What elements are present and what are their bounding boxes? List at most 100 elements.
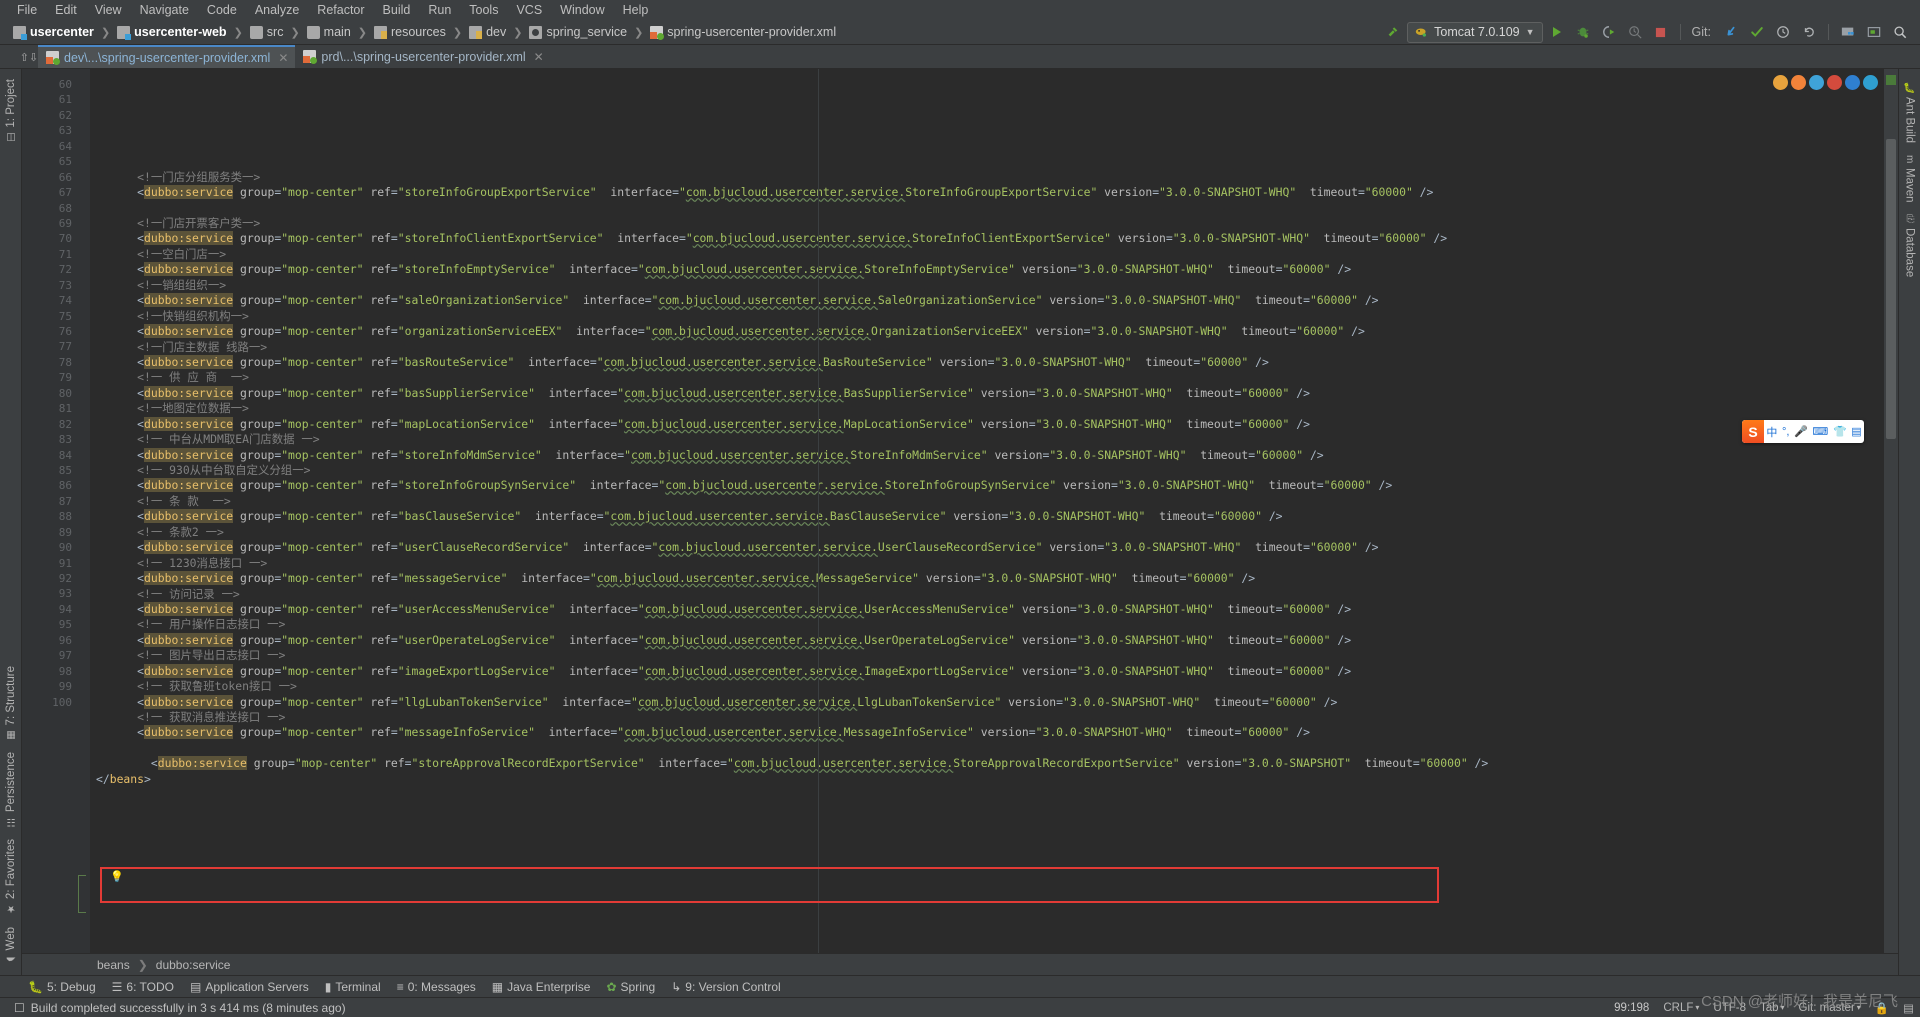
- code-line-comment[interactable]: <!一 访问记录 一>: [90, 587, 1884, 602]
- editor-tab-dev[interactable]: dev\...\spring-usercenter-provider.xml ✕: [38, 45, 296, 68]
- scrollbar-thumb[interactable]: [1886, 139, 1896, 439]
- code-line-service[interactable]: <dubbo:service group="mop-center" ref="b…: [90, 354, 1884, 370]
- close-icon[interactable]: ✕: [278, 51, 288, 65]
- code-line-service[interactable]: <dubbo:service group="mop-center" ref="s…: [90, 447, 1884, 463]
- edge-icon[interactable]: [1809, 75, 1824, 90]
- code-line-service[interactable]: <dubbo:service group="mop-center" ref="s…: [90, 185, 1884, 200]
- code-line-comment[interactable]: <!一 1230消息接口 一>: [90, 556, 1884, 571]
- update-project-button[interactable]: [1719, 22, 1743, 43]
- editor-marker-bar[interactable]: [1884, 69, 1898, 953]
- ime-floating-toolbar[interactable]: S 中 °, 🎤 ⌨ 👕 ▤: [1742, 420, 1864, 443]
- tool-window-version-control[interactable]: ↳ 9: Version Control: [671, 980, 780, 994]
- project-structure-button[interactable]: [1836, 22, 1860, 43]
- indent-selector[interactable]: Tab ▾: [1760, 1002, 1785, 1014]
- history-icon[interactable]: [1771, 22, 1795, 43]
- code-line-comment[interactable]: <!一 供 应 商 一>: [90, 370, 1884, 385]
- run-with-coverage-button[interactable]: [1597, 22, 1621, 43]
- console-button[interactable]: [1862, 22, 1886, 43]
- code-line-comment[interactable]: <!一地图定位数据一>: [90, 401, 1884, 416]
- menu-item-file[interactable]: File: [8, 3, 46, 17]
- code-line-service[interactable]: <dubbo:service group="mop-center" ref="o…: [90, 324, 1884, 339]
- commit-button[interactable]: [1745, 22, 1769, 43]
- keyboard-icon[interactable]: ⌨: [1810, 420, 1831, 443]
- menu-item-navigate[interactable]: Navigate: [131, 3, 198, 17]
- code-line-service[interactable]: <dubbo:service group="mop-center" ref="m…: [90, 416, 1884, 432]
- close-icon[interactable]: ✕: [534, 50, 544, 64]
- ime-mode-chinese[interactable]: 中: [1764, 420, 1780, 443]
- code-line-service[interactable]: <dubbo:service group="mop-center" ref="s…: [90, 231, 1884, 246]
- code-line-blank[interactable]: [90, 201, 1884, 216]
- code-line-service[interactable]: <dubbo:service group="mop-center" ref="i…: [90, 663, 1884, 679]
- sidebar-item-project[interactable]: ◫ 1: Project: [5, 73, 17, 149]
- code-line-service[interactable]: <dubbo:service group="mop-center" ref="s…: [90, 262, 1884, 277]
- code-line-blank[interactable]: [90, 154, 1884, 169]
- menu-item-analyze[interactable]: Analyze: [246, 3, 308, 17]
- chrome-icon[interactable]: [1773, 75, 1788, 90]
- intention-bulb-icon[interactable]: [110, 869, 123, 883]
- run-button[interactable]: [1545, 22, 1569, 43]
- code-line-comment[interactable]: <!一 获取消息推送接口 一>: [90, 710, 1884, 725]
- pin-tab-icon[interactable]: ⇧⇩: [20, 46, 38, 68]
- run-configuration-selector[interactable]: Tomcat 7.0.109 ▼: [1407, 21, 1543, 43]
- menu-item-build[interactable]: Build: [374, 3, 420, 17]
- caret-position[interactable]: 99:198: [1614, 1002, 1649, 1014]
- lock-icon[interactable]: 🔒: [1875, 1001, 1889, 1015]
- debug-button[interactable]: [1571, 22, 1595, 43]
- fold-region-marker[interactable]: [78, 875, 86, 913]
- code-line-comment[interactable]: <!一空白门店一>: [90, 247, 1884, 262]
- search-everywhere-icon[interactable]: [1888, 22, 1912, 43]
- breadcrumb-dubbo-service[interactable]: dubbo:service: [156, 958, 231, 972]
- code-line-service[interactable]: <dubbo:service group="mop-center" ref="m…: [90, 725, 1884, 740]
- code-line-comment[interactable]: <!一 图片导出日志接口 一>: [90, 648, 1884, 663]
- code-line-comment[interactable]: <!一 条 款 一>: [90, 494, 1884, 509]
- stop-button[interactable]: [1649, 22, 1673, 43]
- ime-punctuation-toggle[interactable]: °,: [1780, 420, 1792, 443]
- menu-item-vcs[interactable]: VCS: [507, 3, 551, 17]
- tool-window-todo[interactable]: ☰ 6: TODO: [112, 980, 174, 994]
- breadcrumb-item-src[interactable]: src: [247, 25, 287, 39]
- firefox-icon[interactable]: [1791, 75, 1806, 90]
- code-line-service[interactable]: <dubbo:service group="mop-center" ref="b…: [90, 385, 1884, 401]
- breadcrumb-item-dev[interactable]: dev: [466, 25, 509, 39]
- sogou-logo-icon[interactable]: S: [1742, 420, 1764, 443]
- code-line-comment[interactable]: <!一门店主数据 线路一>: [90, 340, 1884, 355]
- line-separator-selector[interactable]: CRLF ▾: [1663, 1002, 1699, 1014]
- code-line-service[interactable]: <dubbo:service group="mop-center" ref="l…: [90, 694, 1884, 710]
- breadcrumb-item-resources[interactable]: resources: [371, 25, 449, 39]
- rollback-icon[interactable]: [1797, 22, 1821, 43]
- menu-item-help[interactable]: Help: [614, 3, 658, 17]
- code-line-comment[interactable]: <!一门店分组服务类一>: [90, 170, 1884, 185]
- tool-window-debug[interactable]: 🐛 5: Debug: [28, 980, 96, 994]
- code-line-comment[interactable]: <!一快销组织机构一>: [90, 309, 1884, 324]
- opera-icon[interactable]: [1827, 75, 1842, 90]
- menu-item-window[interactable]: Window: [551, 3, 613, 17]
- breadcrumb-item-file[interactable]: spring-usercenter-provider.xml: [647, 25, 839, 40]
- sidebar-item-structure[interactable]: ▦ 7: Structure: [5, 660, 17, 746]
- sidebar-item-persistence[interactable]: ☷ Persistence: [5, 746, 17, 833]
- breadcrumb-item-usercenter-web[interactable]: usercenter-web: [114, 25, 229, 40]
- editor-tab-prd[interactable]: prd\...\spring-usercenter-provider.xml ✕: [295, 45, 551, 68]
- menu-item-tools[interactable]: Tools: [460, 3, 507, 17]
- code-line-comment[interactable]: <!一销组组织一>: [90, 278, 1884, 293]
- code-line-comment[interactable]: <!一 用户操作日志接口 一>: [90, 617, 1884, 632]
- code-line-comment[interactable]: <!一 获取鲁班token接口 一>: [90, 679, 1884, 694]
- sidebar-item-ant-build[interactable]: 🐛 Ant Build: [1904, 75, 1916, 149]
- sidebar-item-web[interactable]: ☁ Web: [5, 921, 17, 971]
- tool-window-messages[interactable]: ≡ 0: Messages: [397, 980, 476, 994]
- code-line-service[interactable]: <dubbo:service group="mop-center" ref="s…: [90, 478, 1884, 493]
- code-line-close-tag[interactable]: </beans>: [90, 772, 1884, 787]
- menu-item-view[interactable]: View: [86, 3, 131, 17]
- code-line-service[interactable]: <dubbo:service group="mop-center" ref="m…: [90, 571, 1884, 586]
- tool-window-terminal[interactable]: ▮ Terminal: [325, 980, 381, 994]
- inspection-status-icon[interactable]: [1886, 72, 1896, 85]
- code-line-comment[interactable]: <!一 条款2 一>: [90, 525, 1884, 540]
- breadcrumb-item-usercenter[interactable]: usercenter: [10, 25, 97, 40]
- explorer-icon[interactable]: [1845, 75, 1860, 90]
- breadcrumb-item-spring-service[interactable]: spring_service: [526, 25, 630, 39]
- mic-icon[interactable]: 🎤: [1792, 420, 1810, 443]
- build-hammer-icon[interactable]: [1381, 22, 1405, 43]
- safari-icon[interactable]: [1863, 75, 1878, 90]
- apps-icon[interactable]: ▤: [1849, 420, 1864, 443]
- code-line-service[interactable]: <dubbo:service group="mop-center" ref="b…: [90, 509, 1884, 524]
- git-branch-widget[interactable]: Git: master ▾: [1799, 1002, 1861, 1014]
